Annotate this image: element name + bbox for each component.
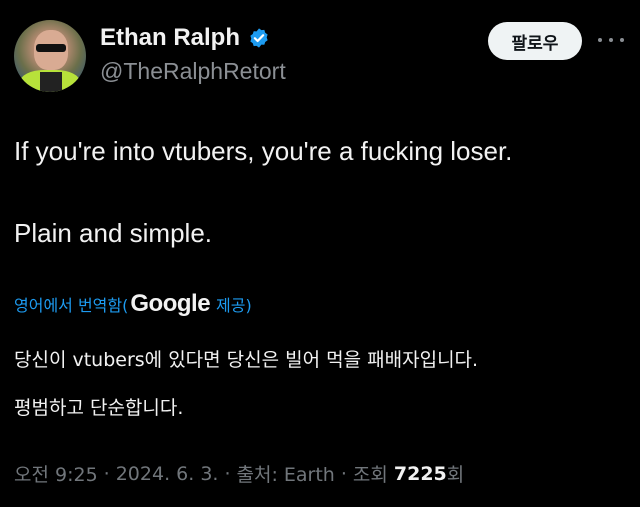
views-suffix: 회 <box>446 464 465 486</box>
tweet-time[interactable]: 오전 9:25 <box>14 460 98 487</box>
meta-separator: · <box>224 462 231 485</box>
google-logo: Google <box>130 290 211 317</box>
follow-button[interactable]: 팔로우 <box>488 22 582 60</box>
avatar-shirt <box>40 72 62 92</box>
translation-attribution-link[interactable]: 영어에서 번역함( Google 제공) <box>14 290 252 318</box>
tweet-date[interactable]: 2024. 6. 3. <box>116 463 219 485</box>
tweet-meta: 오전 9:25 · 2024. 6. 3. · 출처: Earth · 조회 7… <box>14 460 464 487</box>
author-name-row[interactable]: Ethan Ralph <box>100 24 270 52</box>
translation-prefix: 영어에서 번역함( <box>14 296 129 315</box>
views-count: 7225 <box>393 462 447 485</box>
author-display-name[interactable]: Ethan Ralph <box>100 24 240 52</box>
author-handle[interactable]: @TheRalphRetort <box>100 58 286 85</box>
avatar-sunglasses <box>36 44 66 52</box>
translated-text-line: 당신이 vtubers에 있다면 당신은 빌어 먹을 패배자입니다. <box>14 349 479 371</box>
meta-separator: · <box>103 462 110 485</box>
tweet-source: 출처: Earth <box>236 464 335 486</box>
tweet-text-line: If you're into vtubers, you're a fucking… <box>14 136 513 166</box>
translated-text-line: 평범하고 단순합니다. <box>14 397 184 419</box>
ellipsis-dot <box>609 38 613 42</box>
meta-separator: · <box>340 462 347 485</box>
avatar[interactable] <box>14 20 86 92</box>
verified-badge-icon <box>250 28 268 48</box>
ellipsis-dot <box>598 38 602 42</box>
tweet-text-line: Plain and simple. <box>14 218 212 248</box>
views-label: 조회 <box>352 464 388 486</box>
translation-suffix: 제공) <box>216 296 252 315</box>
ellipsis-dot <box>620 38 624 42</box>
ellipsis-icon[interactable] <box>598 30 624 50</box>
